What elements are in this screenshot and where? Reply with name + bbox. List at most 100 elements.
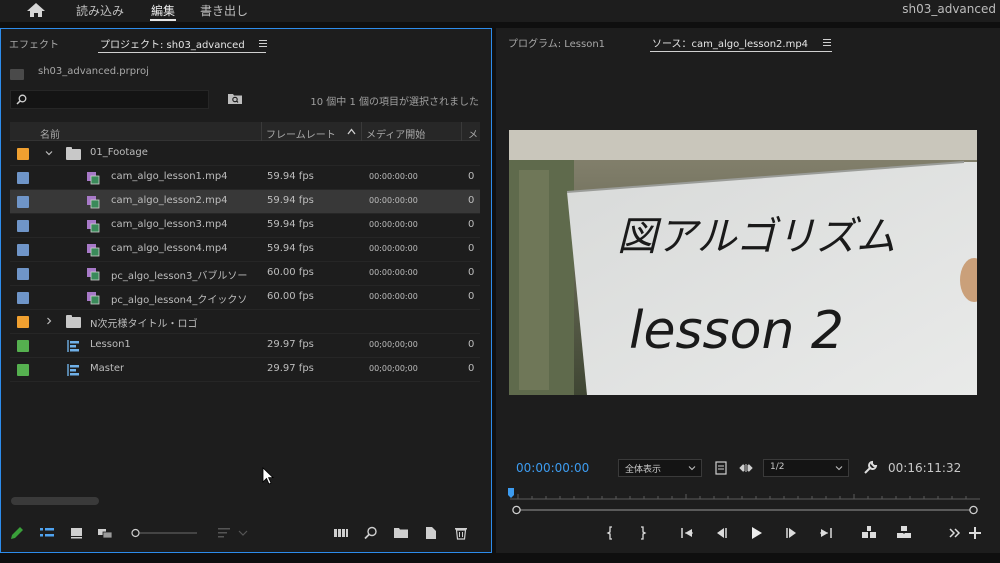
tab-export[interactable]: 書き出し xyxy=(200,2,248,19)
chevron-down-icon xyxy=(835,466,843,471)
item-media-end: 0 xyxy=(468,267,475,278)
item-media-end: 0 xyxy=(468,363,475,374)
wrench-icon[interactable] xyxy=(862,460,878,476)
insert-icon[interactable] xyxy=(860,524,878,542)
table-row-selected[interactable]: cam_algo_lesson2.mp4 59.94 fps 00:00:00:… xyxy=(10,190,480,214)
label-color-swatch[interactable] xyxy=(17,172,29,184)
table-row[interactable]: pc_algo_lesson4_クイックソ 60.00 fps 00:00:00… xyxy=(10,286,480,310)
label-color-swatch[interactable] xyxy=(17,364,29,376)
tab-program-monitor[interactable]: プログラム: Lesson1 xyxy=(508,35,605,50)
home-icon[interactable] xyxy=(26,2,46,18)
current-timecode[interactable]: 00:00:00:00 xyxy=(516,461,589,475)
list-view-icon[interactable] xyxy=(39,525,55,541)
label-color-swatch[interactable] xyxy=(17,292,29,304)
table-row[interactable]: 01_Footage xyxy=(10,142,480,166)
label-color-swatch[interactable] xyxy=(17,316,29,328)
clip-icon xyxy=(87,172,100,185)
step-forward-icon[interactable] xyxy=(783,524,801,542)
playhead-marker[interactable] xyxy=(508,488,514,498)
item-media-start: 00:00:00:00 xyxy=(369,268,418,277)
tab-source-monitor[interactable]: ソース：cam_algo_lesson2.mp4 xyxy=(652,35,808,50)
label-color-swatch[interactable] xyxy=(17,268,29,280)
find-icon[interactable] xyxy=(363,525,379,541)
column-frame-rate[interactable]: フレームレート xyxy=(266,126,336,141)
table-row[interactable]: pc_algo_lesson3_バブルソー 60.00 fps 00:00:00… xyxy=(10,262,480,286)
table-header: 名前 フレームレート メディア開始 メ xyxy=(10,122,480,141)
tab-effects[interactable]: エフェクト xyxy=(9,36,59,51)
table-row[interactable]: cam_algo_lesson1.mp4 59.94 fps 00:00:00:… xyxy=(10,166,480,190)
source-monitor-panel: プログラム: Lesson1 ソース：cam_algo_lesson2.mp4 xyxy=(496,28,1000,553)
item-frame-rate: 29.97 fps xyxy=(267,363,314,374)
item-frame-rate: 59.94 fps xyxy=(267,171,314,182)
search-input[interactable] xyxy=(10,90,209,109)
playback-resolution-select[interactable]: 1/2 xyxy=(763,459,849,477)
label-color-swatch[interactable] xyxy=(17,340,29,352)
zoom-scrollbar[interactable] xyxy=(512,505,978,515)
project-file-name: sh03_advanced.prproj xyxy=(38,66,149,77)
panel-menu-icon[interactable] xyxy=(259,40,267,47)
label-color-swatch[interactable] xyxy=(17,148,29,160)
mark-out-icon[interactable] xyxy=(633,524,651,542)
column-media-end[interactable]: メ xyxy=(468,126,478,141)
icon-view-icon[interactable] xyxy=(69,525,85,541)
button-editor-overflow-icon[interactable] xyxy=(946,524,964,542)
sort-icon[interactable] xyxy=(347,127,356,136)
whiteboard-image: 図アルゴリズム lesson 2 xyxy=(509,130,977,395)
trash-icon[interactable] xyxy=(453,525,469,541)
drag-audio-video-icon[interactable] xyxy=(739,462,753,474)
clip-icon xyxy=(87,292,100,305)
tab-edit[interactable]: 編集 xyxy=(151,2,175,19)
new-bin-icon[interactable] xyxy=(393,525,409,541)
item-name: pc_algo_lesson4_クイックソ xyxy=(111,295,248,306)
sequence-icon xyxy=(67,340,79,352)
go-to-in-icon[interactable] xyxy=(678,524,696,542)
label-color-swatch[interactable] xyxy=(17,196,29,208)
tab-import[interactable]: 読み込み xyxy=(76,2,124,19)
item-name: Master xyxy=(90,363,125,374)
time-ruler[interactable] xyxy=(510,488,980,500)
add-button-icon[interactable] xyxy=(966,524,984,542)
chevron-down-icon[interactable] xyxy=(237,525,249,541)
table-row[interactable]: Lesson1 29.97 fps 00;00;00;00 0 xyxy=(10,334,480,358)
table-row[interactable]: cam_algo_lesson4.mp4 59.94 fps 00:00:00:… xyxy=(10,238,480,262)
column-media-start[interactable]: メディア開始 xyxy=(366,126,425,141)
table-row[interactable]: Master 29.97 fps 00;00;00;00 0 xyxy=(10,358,480,382)
overwrite-icon[interactable] xyxy=(895,524,913,542)
go-to-out-icon[interactable] xyxy=(817,524,835,542)
sort-icons-icon[interactable] xyxy=(217,525,233,541)
tab-project[interactable]: プロジェクト: sh03_advanced xyxy=(100,36,245,51)
transport-controls xyxy=(496,522,1000,544)
item-name: 01_Footage xyxy=(90,147,148,158)
source-video-frame[interactable]: 図アルゴリズム lesson 2 xyxy=(509,130,977,395)
mark-in-icon[interactable] xyxy=(602,524,620,542)
chevron-down-icon[interactable] xyxy=(45,149,53,157)
item-media-end: 0 xyxy=(468,339,475,350)
horizontal-scrollbar[interactable] xyxy=(11,497,99,505)
automate-icon[interactable] xyxy=(333,525,349,541)
table-row[interactable]: cam_algo_lesson3.mp4 59.94 fps 00:00:00:… xyxy=(10,214,480,238)
item-name: cam_algo_lesson1.mp4 xyxy=(111,171,228,182)
panel-menu-icon[interactable] xyxy=(823,39,831,46)
pencil-icon[interactable] xyxy=(9,525,25,541)
item-media-end: 0 xyxy=(468,171,475,182)
freeform-view-icon[interactable] xyxy=(97,525,113,541)
zoom-fit-select[interactable]: 全体表示 xyxy=(618,459,702,477)
new-item-icon[interactable] xyxy=(423,525,439,541)
label-color-swatch[interactable] xyxy=(17,220,29,232)
item-name: cam_algo_lesson3.mp4 xyxy=(111,219,228,230)
item-media-end: 0 xyxy=(468,195,475,206)
item-frame-rate: 59.94 fps xyxy=(267,195,314,206)
folder-icon xyxy=(66,147,81,160)
project-file-icon xyxy=(10,69,24,80)
item-name: N次元様タイトル・ロゴ xyxy=(90,319,198,330)
label-color-swatch[interactable] xyxy=(17,244,29,256)
chevron-right-icon[interactable] xyxy=(45,317,53,325)
bin-search-icon[interactable] xyxy=(227,92,243,105)
step-back-icon[interactable] xyxy=(712,524,730,542)
column-name[interactable]: 名前 xyxy=(40,126,60,141)
table-row[interactable]: N次元様タイトル・ロゴ xyxy=(10,310,480,334)
settings-panel-icon[interactable] xyxy=(715,461,727,475)
zoom-slider[interactable] xyxy=(131,528,201,538)
workspace-bar: 読み込み 編集 書き出し sh03_advanced xyxy=(0,0,1000,22)
play-icon[interactable] xyxy=(747,524,765,542)
